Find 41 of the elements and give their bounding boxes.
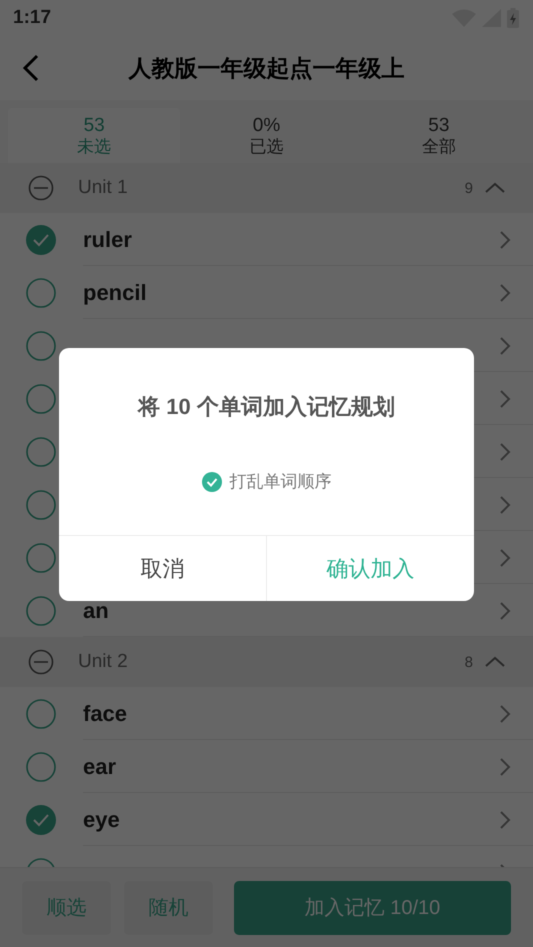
word-label[interactable]: pencil bbox=[83, 280, 499, 306]
checkbox[interactable] bbox=[26, 224, 56, 254]
chevron-icon[interactable] bbox=[499, 442, 511, 462]
shuffle-option[interactable]: 打乱单词顺序 bbox=[202, 470, 332, 493]
stat-tab[interactable]: 0% 已选 bbox=[180, 108, 353, 163]
chevron-icon[interactable] bbox=[499, 494, 511, 514]
select-mode-button[interactable]: 顺选 bbox=[22, 880, 111, 934]
word-label[interactable]: eye bbox=[83, 806, 499, 832]
cancel-button[interactable]: 取消 bbox=[59, 536, 267, 601]
checkbox[interactable] bbox=[26, 596, 56, 626]
chevron-icon[interactable] bbox=[499, 548, 511, 568]
word-label[interactable]: ear bbox=[83, 754, 499, 780]
deselect-icon[interactable] bbox=[28, 175, 54, 201]
chevron-icon[interactable] bbox=[499, 336, 511, 356]
status-time: 1:17 bbox=[13, 7, 52, 29]
battery-icon bbox=[507, 8, 519, 28]
checkbox[interactable] bbox=[26, 278, 56, 308]
checkbox[interactable] bbox=[26, 698, 56, 728]
checkbox[interactable] bbox=[26, 752, 56, 782]
checkbox[interactable] bbox=[26, 804, 56, 834]
chevron-icon[interactable] bbox=[499, 756, 511, 776]
chevron-icon[interactable] bbox=[499, 282, 511, 302]
dialog-title: 将 10 个单词加入记忆规划 bbox=[138, 393, 395, 421]
checkbox[interactable] bbox=[26, 384, 56, 414]
chevron-icon[interactable] bbox=[499, 704, 511, 724]
checkbox[interactable] bbox=[26, 542, 56, 572]
chevron-icon[interactable] bbox=[499, 230, 511, 250]
word-label[interactable]: face bbox=[83, 700, 499, 726]
deselect-icon[interactable] bbox=[28, 649, 54, 675]
check-icon[interactable] bbox=[202, 472, 222, 492]
select-mode-button[interactable]: 随机 bbox=[124, 880, 213, 934]
chevron-icon[interactable] bbox=[499, 600, 511, 620]
chevron-icon[interactable] bbox=[499, 810, 511, 830]
add-to-memory-button[interactable]: 加入记忆 10/10 bbox=[234, 880, 511, 934]
stat-tab[interactable]: 53 全部 bbox=[352, 108, 525, 163]
checkbox[interactable] bbox=[26, 436, 56, 466]
page-title: 人教版一年级起点一年级上 bbox=[127, 54, 406, 82]
checkbox[interactable] bbox=[26, 490, 56, 520]
word-label[interactable]: ruler bbox=[83, 226, 499, 252]
chevron-icon[interactable] bbox=[499, 388, 511, 408]
checkbox[interactable] bbox=[26, 330, 56, 360]
